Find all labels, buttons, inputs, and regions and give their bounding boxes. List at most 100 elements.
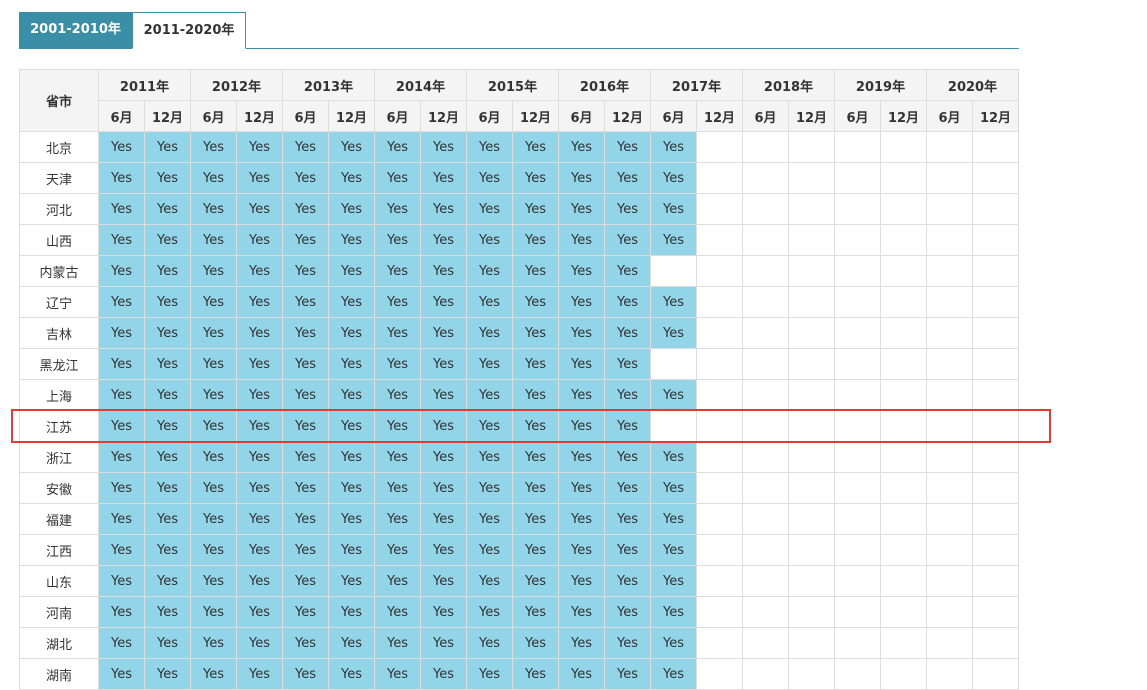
tab-2011-2020[interactable]: 2011-2020年: [132, 12, 246, 49]
yes-cell: Yes: [420, 472, 467, 504]
yes-cell: Yes: [374, 627, 421, 659]
yes-cell: Yes: [374, 317, 421, 349]
empty-cell: [788, 503, 835, 535]
empty-cell: [788, 596, 835, 628]
empty-cell: [742, 379, 789, 411]
empty-cell: [788, 658, 835, 690]
yes-cell: Yes: [282, 534, 329, 566]
year-header: 2015年: [466, 69, 559, 101]
yes-cell: Yes: [466, 224, 513, 256]
year-header: 2011年: [98, 69, 191, 101]
yes-cell: Yes: [512, 503, 559, 535]
yes-cell: Yes: [236, 627, 283, 659]
empty-cell: [972, 658, 1019, 690]
empty-cell: [926, 193, 973, 225]
empty-cell: [696, 286, 743, 318]
yes-cell: Yes: [98, 348, 145, 380]
yes-cell: Yes: [374, 410, 421, 442]
yes-cell: Yes: [650, 131, 697, 163]
yes-cell: Yes: [236, 658, 283, 690]
yes-cell: Yes: [144, 410, 191, 442]
yes-cell: Yes: [650, 658, 697, 690]
yes-cell: Yes: [282, 317, 329, 349]
yes-cell: Yes: [98, 534, 145, 566]
yes-cell: Yes: [604, 441, 651, 473]
empty-cell: [880, 658, 927, 690]
year-header: 2020年: [926, 69, 1019, 101]
empty-cell: [926, 131, 973, 163]
yes-cell: Yes: [604, 255, 651, 287]
yes-cell: Yes: [466, 317, 513, 349]
empty-cell: [834, 658, 881, 690]
table-row: 天津 Yes Yes Yes Yes Yes Yes Yes Yes Yes Yes Yes Yes Ye…: [19, 162, 1019, 194]
empty-cell: [788, 193, 835, 225]
yes-cell: Yes: [558, 317, 605, 349]
table-row: 安徽 Yes Yes Yes Yes Yes Yes Yes Yes Yes Yes Yes Yes Ye…: [19, 472, 1019, 504]
year-header: 2016年: [558, 69, 651, 101]
yes-cell: Yes: [420, 193, 467, 225]
province-cell: 辽宁: [19, 286, 99, 318]
yes-cell: Yes: [374, 224, 421, 256]
province-cell: 湖南: [19, 658, 99, 690]
month-header: 6月: [834, 100, 881, 132]
yes-cell: Yes: [190, 534, 237, 566]
empty-cell: [880, 255, 927, 287]
yes-cell: Yes: [650, 193, 697, 225]
yes-cell: Yes: [236, 131, 283, 163]
empty-cell: [696, 658, 743, 690]
empty-cell: [834, 410, 881, 442]
tab-2001-2010[interactable]: 2001-2010年: [19, 12, 132, 48]
yes-cell: Yes: [328, 224, 375, 256]
empty-cell: [788, 534, 835, 566]
empty-cell: [742, 565, 789, 597]
yes-cell: Yes: [604, 658, 651, 690]
yes-cell: Yes: [98, 658, 145, 690]
table-row: 河北 Yes Yes Yes Yes Yes Yes Yes Yes Yes Yes Yes Yes Ye…: [19, 193, 1019, 225]
yes-cell: Yes: [604, 162, 651, 194]
empty-cell: [880, 162, 927, 194]
table-row: 上海 Yes Yes Yes Yes Yes Yes Yes Yes Yes Yes Yes Yes Ye…: [19, 379, 1019, 411]
yes-cell: Yes: [420, 596, 467, 628]
yes-cell: Yes: [328, 286, 375, 318]
province-cell: 吉林: [19, 317, 99, 349]
empty-cell: [742, 255, 789, 287]
month-header: 12月: [420, 100, 467, 132]
yes-cell: Yes: [650, 596, 697, 628]
yes-cell: Yes: [190, 472, 237, 504]
yes-cell: Yes: [190, 131, 237, 163]
yes-cell: Yes: [650, 503, 697, 535]
yes-cell: Yes: [236, 503, 283, 535]
table-row-highlighted: 江苏 Yes Yes Yes Yes Yes Yes Yes Yes Yes Yes Yes Yes: [19, 410, 1019, 442]
empty-cell: [972, 317, 1019, 349]
table-row: 辽宁 Yes Yes Yes Yes Yes Yes Yes Yes Yes Yes Yes Yes Ye…: [19, 286, 1019, 318]
yes-cell: Yes: [236, 348, 283, 380]
yes-cell: Yes: [98, 441, 145, 473]
empty-cell: [788, 472, 835, 504]
yes-cell: Yes: [604, 131, 651, 163]
empty-cell: [972, 441, 1019, 473]
empty-cell: [696, 565, 743, 597]
yes-cell: Yes: [98, 503, 145, 535]
yes-cell: Yes: [190, 348, 237, 380]
yes-cell: Yes: [190, 596, 237, 628]
yes-cell: Yes: [604, 627, 651, 659]
empty-cell: [788, 131, 835, 163]
month-header: 6月: [374, 100, 421, 132]
empty-cell: [972, 131, 1019, 163]
month-header: 12月: [788, 100, 835, 132]
month-header: 12月: [696, 100, 743, 132]
yes-cell: Yes: [328, 255, 375, 287]
yes-cell: Yes: [420, 410, 467, 442]
yes-cell: Yes: [190, 410, 237, 442]
province-cell: 安徽: [19, 472, 99, 504]
yes-cell: Yes: [420, 627, 467, 659]
month-header: 6月: [282, 100, 329, 132]
yes-cell: Yes: [558, 503, 605, 535]
province-cell: 福建: [19, 503, 99, 535]
yes-cell: Yes: [466, 348, 513, 380]
empty-cell: [788, 224, 835, 256]
empty-cell: [834, 286, 881, 318]
empty-cell: [880, 472, 927, 504]
yes-cell: Yes: [512, 286, 559, 318]
yes-cell: Yes: [512, 658, 559, 690]
